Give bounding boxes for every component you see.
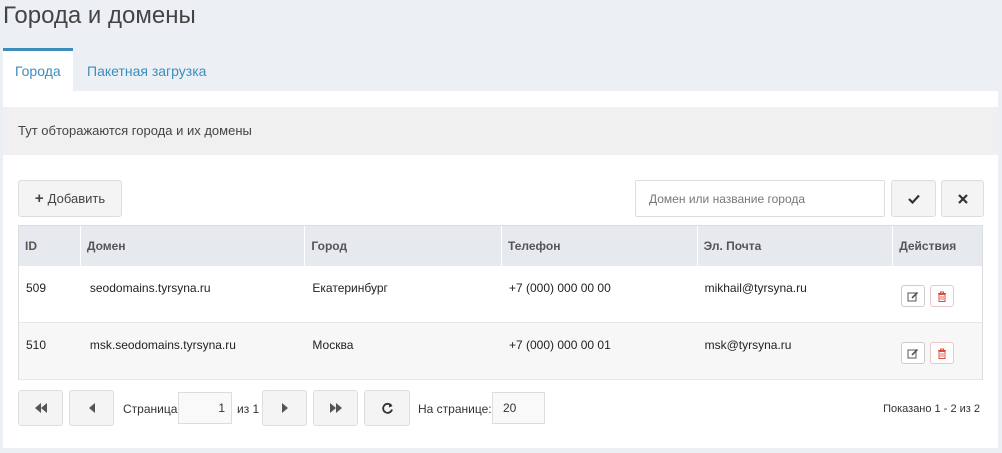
double-chevron-right-icon: [329, 403, 343, 413]
add-button-label: Добавить: [47, 191, 106, 206]
records-summary: Показано 1 - 2 из 2: [883, 403, 980, 415]
search-input[interactable]: [635, 180, 885, 217]
info-text: Тут обторажаются города и их домены: [3, 107, 998, 155]
row-email: mikhail@tyrsyna.ru: [704, 281, 807, 295]
row-actions: [893, 266, 982, 322]
close-icon: [957, 193, 968, 204]
per-page-label: На странице:: [418, 402, 492, 416]
per-page-input[interactable]: [492, 392, 545, 424]
cities-table: ID Домен Город Телефон Эл. Почта Действи…: [18, 225, 983, 380]
chevron-left-icon: [88, 403, 96, 413]
page-total-label: из 1: [237, 402, 260, 416]
column-header-city[interactable]: Город: [305, 226, 502, 266]
double-chevron-left-icon: [34, 403, 48, 413]
chevron-right-icon: [281, 403, 289, 413]
current-page-input[interactable]: [178, 392, 232, 424]
tab-cities[interactable]: Города: [3, 48, 73, 91]
delete-button[interactable]: [930, 342, 955, 364]
row-id: 509: [26, 281, 47, 295]
edit-button[interactable]: [901, 285, 926, 307]
tab-bar: Города Пакетная загрузка: [3, 48, 998, 91]
tab-batch-upload[interactable]: Пакетная загрузка: [73, 48, 218, 91]
row-domain: msk.seodomains.tyrsyna.ru: [89, 338, 236, 352]
row-domain: seodomains.tyrsyna.ru: [89, 281, 211, 295]
row-city: Москва: [312, 338, 354, 352]
add-button[interactable]: + Добавить: [18, 180, 122, 217]
delete-button[interactable]: [930, 285, 955, 307]
column-header-phone[interactable]: Телефон: [502, 226, 698, 266]
table-row[interactable]: 510 msk.seodomains.tyrsyna.ru Москва +7 …: [19, 323, 982, 380]
apply-filter-button[interactable]: [891, 180, 936, 217]
row-phone: +7 (000) 000 00 00: [509, 281, 611, 295]
first-page-button[interactable]: [18, 390, 63, 426]
pagination: Страница из 1 На странице: Показано 1 - …: [18, 390, 983, 427]
row-email: msk@tyrsyna.ru: [704, 338, 792, 352]
trash-icon: [937, 348, 947, 359]
refresh-button[interactable]: [364, 390, 410, 426]
page-label: Страница: [123, 402, 178, 416]
edit-icon: [907, 291, 919, 302]
column-header-actions: Действия: [899, 239, 957, 253]
check-icon: [907, 194, 920, 204]
edit-button[interactable]: [901, 342, 926, 364]
column-header-id[interactable]: ID: [19, 226, 81, 266]
column-header-domain[interactable]: Домен: [81, 226, 306, 266]
row-city: Екатеринбург: [312, 281, 388, 295]
last-page-button[interactable]: [313, 390, 358, 426]
table-header: ID Домен Город Телефон Эл. Почта Действи…: [19, 226, 982, 266]
row-id: 510: [26, 338, 47, 352]
row-phone: +7 (000) 000 00 01: [509, 338, 611, 352]
edit-icon: [907, 348, 919, 359]
trash-icon: [937, 291, 947, 302]
page-title: Города и домены: [3, 2, 196, 29]
column-header-email[interactable]: Эл. Почта: [698, 226, 894, 266]
clear-filter-button[interactable]: [941, 180, 984, 217]
content-panel: Тут обторажаются города и их домены + До…: [3, 91, 998, 448]
row-actions: [893, 323, 982, 379]
prev-page-button[interactable]: [69, 390, 114, 426]
refresh-icon: [381, 402, 394, 415]
table-row[interactable]: 509 seodomains.tyrsyna.ru Екатеринбург +…: [19, 266, 982, 323]
plus-icon: +: [34, 190, 44, 207]
next-page-button[interactable]: [262, 390, 307, 426]
